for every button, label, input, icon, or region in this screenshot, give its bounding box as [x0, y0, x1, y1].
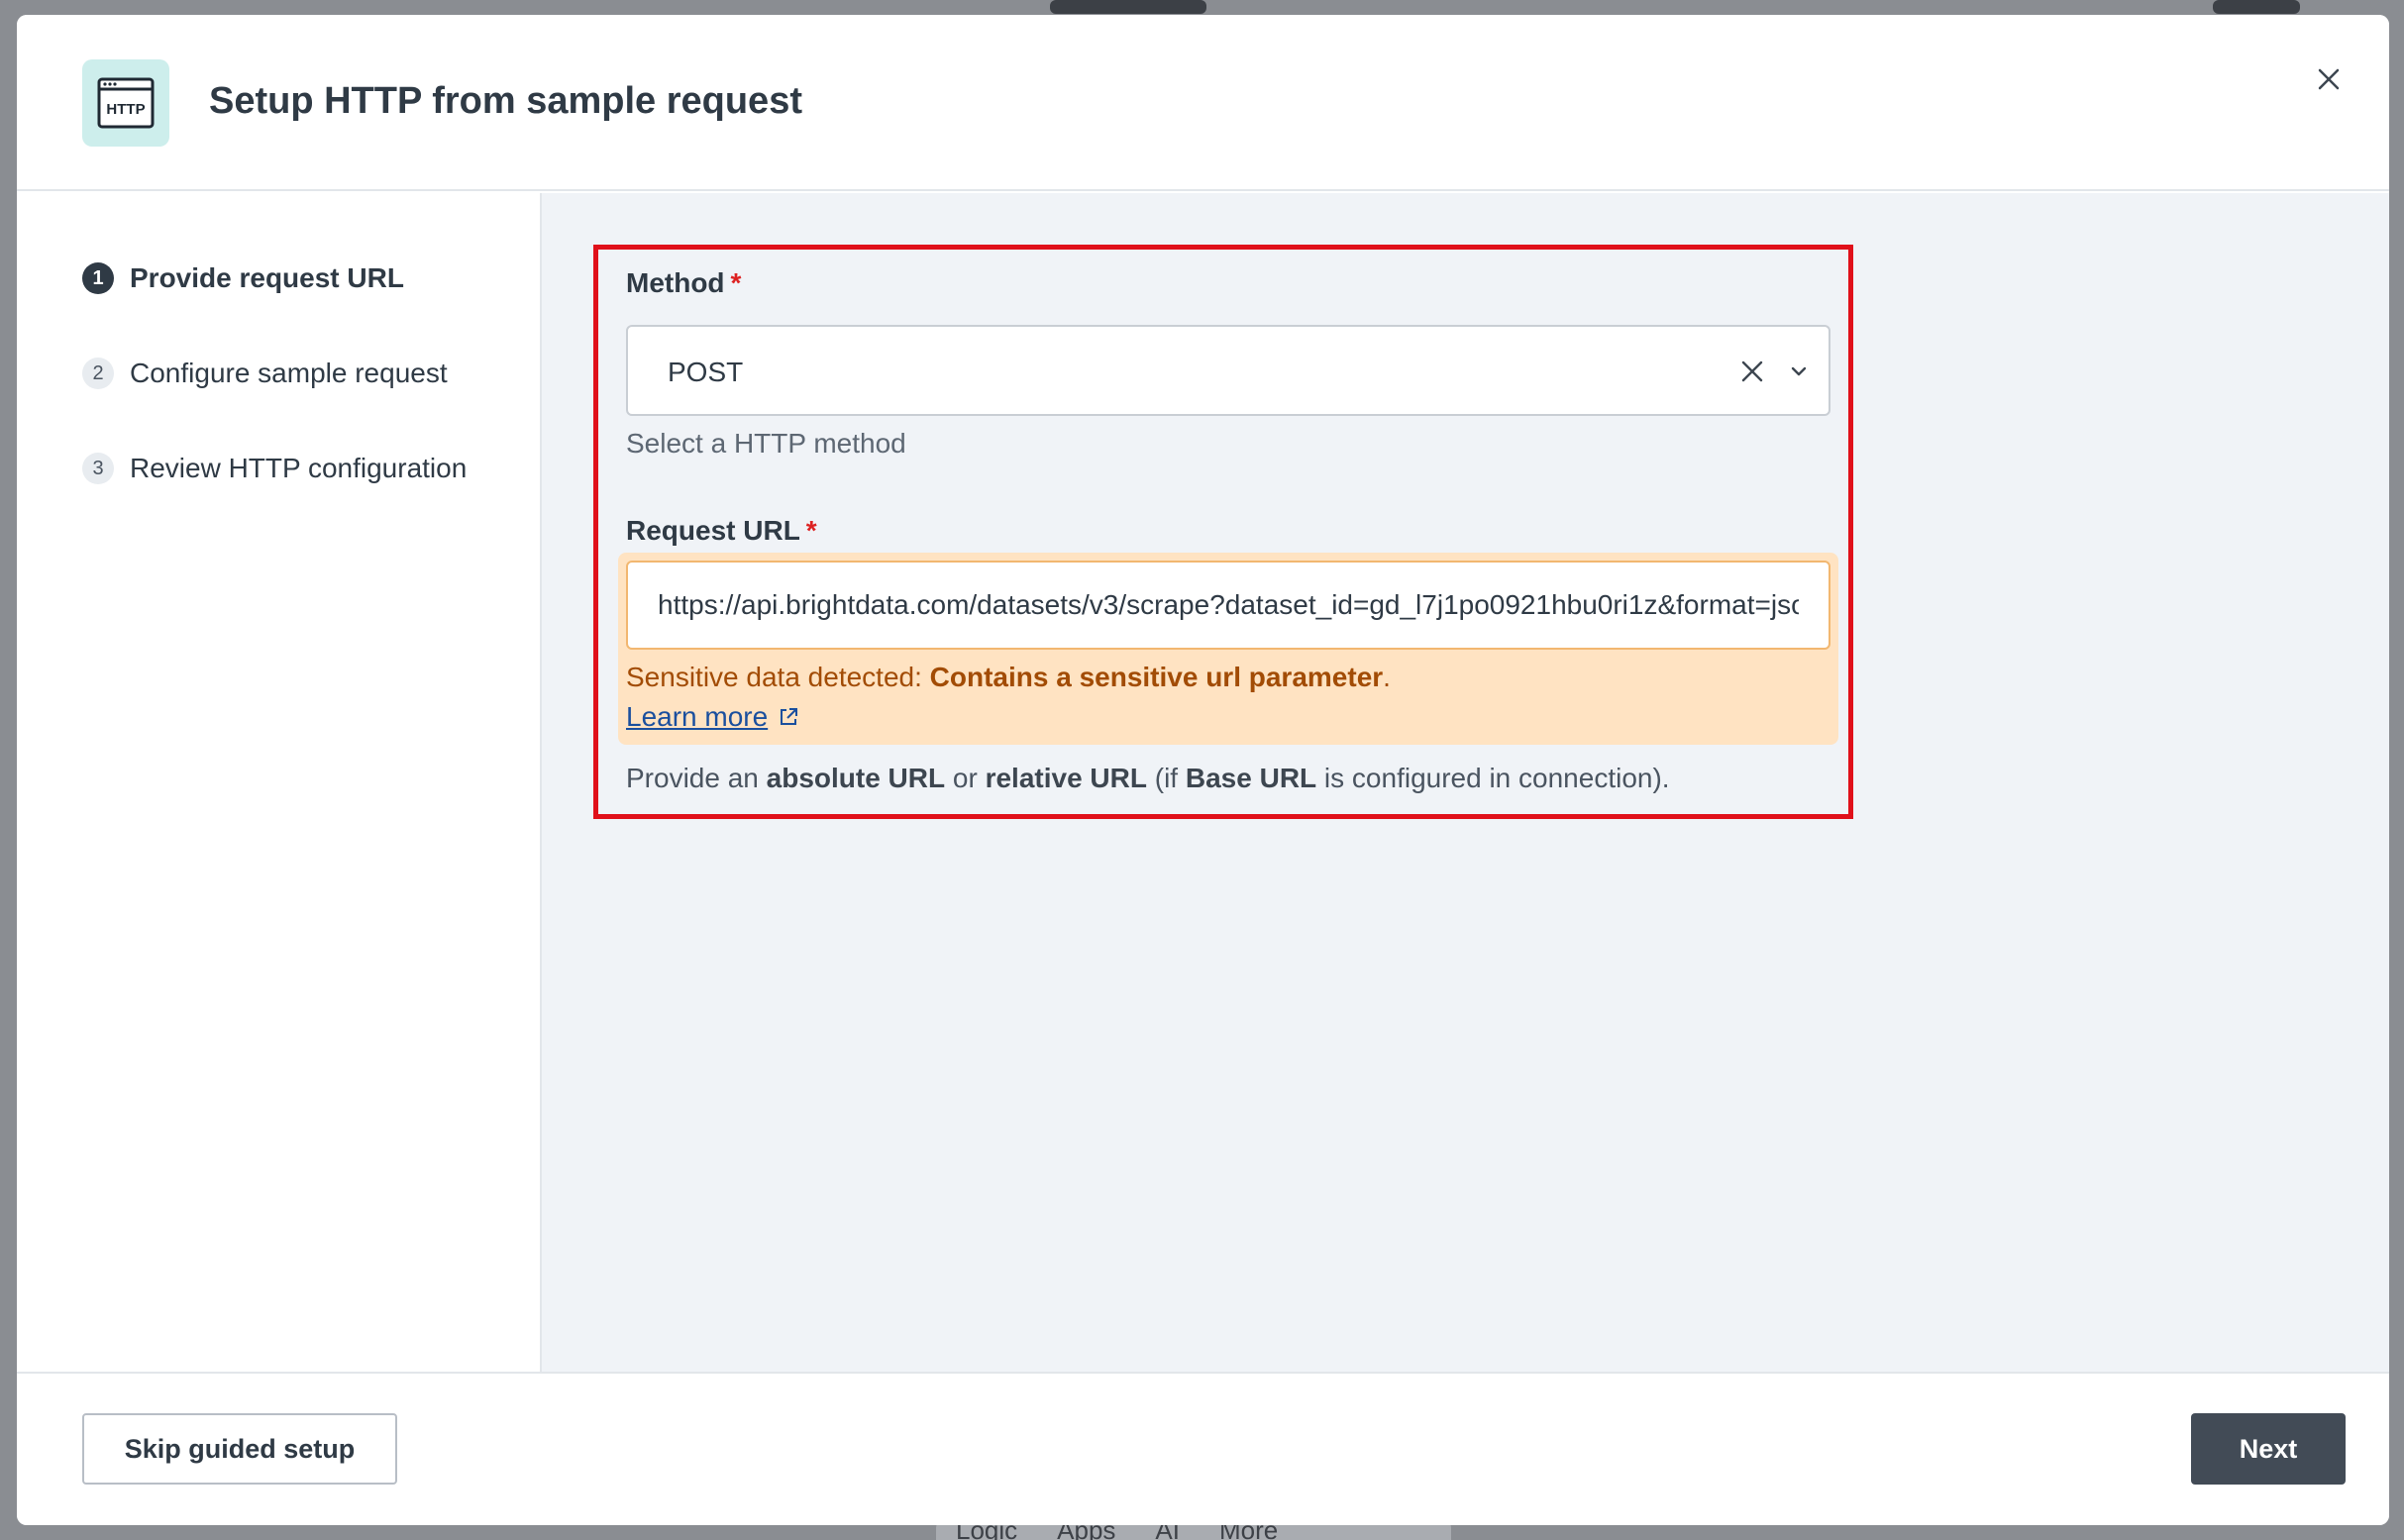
clear-icon[interactable] — [1737, 357, 1767, 386]
chevron-down-icon[interactable] — [1787, 359, 1811, 383]
step-label: Provide request URL — [130, 262, 404, 293]
http-icon-text: HTTP — [106, 101, 145, 118]
required-mark: * — [805, 515, 817, 546]
step-configure-sample-request[interactable]: 2 Configure sample request — [82, 358, 448, 389]
step-label: Configure sample request — [130, 358, 448, 388]
form-content: Method * POST Select a HTTP method Reques… — [542, 193, 2389, 1372]
method-select[interactable]: POST — [626, 325, 1830, 416]
steps-sidebar: 1 Provide request URL 2 Configure sample… — [17, 193, 542, 1372]
http-app-icon: HTTP — [82, 59, 169, 147]
method-selected-value: POST — [668, 357, 744, 387]
request-url-hint: Provide an absolute URL or relative URL … — [626, 763, 1670, 793]
close-icon — [2318, 68, 2340, 90]
request-url-input[interactable] — [626, 561, 1830, 650]
step-number: 1 — [82, 262, 114, 294]
next-button[interactable]: Next — [2191, 1413, 2346, 1485]
setup-http-modal: HTTP Setup HTTP from sample request 1 Pr… — [17, 15, 2389, 1525]
step-label: Review HTTP configuration — [130, 453, 468, 483]
highlight-box: Method * POST Select a HTTP method Reques… — [593, 245, 1853, 819]
step-provide-request-url[interactable]: 1 Provide request URL — [82, 262, 404, 294]
background-toolbar-segment-right — [2213, 0, 2300, 14]
warning-message: Sensitive data detected: Contains a sens… — [626, 662, 1391, 692]
skip-guided-setup-button[interactable]: Skip guided setup — [82, 1413, 397, 1485]
method-label: Method * — [626, 267, 742, 298]
sensitive-data-warning: Sensitive data detected: Contains a sens… — [618, 553, 1838, 745]
external-link-icon — [781, 708, 798, 725]
modal-footer: Skip guided setup Next — [17, 1372, 2389, 1525]
required-mark: * — [730, 267, 742, 298]
step-number: 2 — [82, 358, 114, 389]
modal-title: Setup HTTP from sample request — [209, 80, 802, 122]
close-button[interactable] — [2304, 54, 2353, 104]
modal-header: HTTP Setup HTTP from sample request — [17, 15, 2389, 191]
step-review-http-configuration[interactable]: 3 Review HTTP configuration — [82, 453, 467, 484]
background-toolbar-segment — [1050, 0, 1206, 14]
request-url-label: Request URL * — [626, 515, 817, 546]
learn-more-link[interactable]: Learn more — [626, 701, 799, 733]
method-hint: Select a HTTP method — [626, 428, 906, 459]
step-number: 3 — [82, 453, 114, 484]
